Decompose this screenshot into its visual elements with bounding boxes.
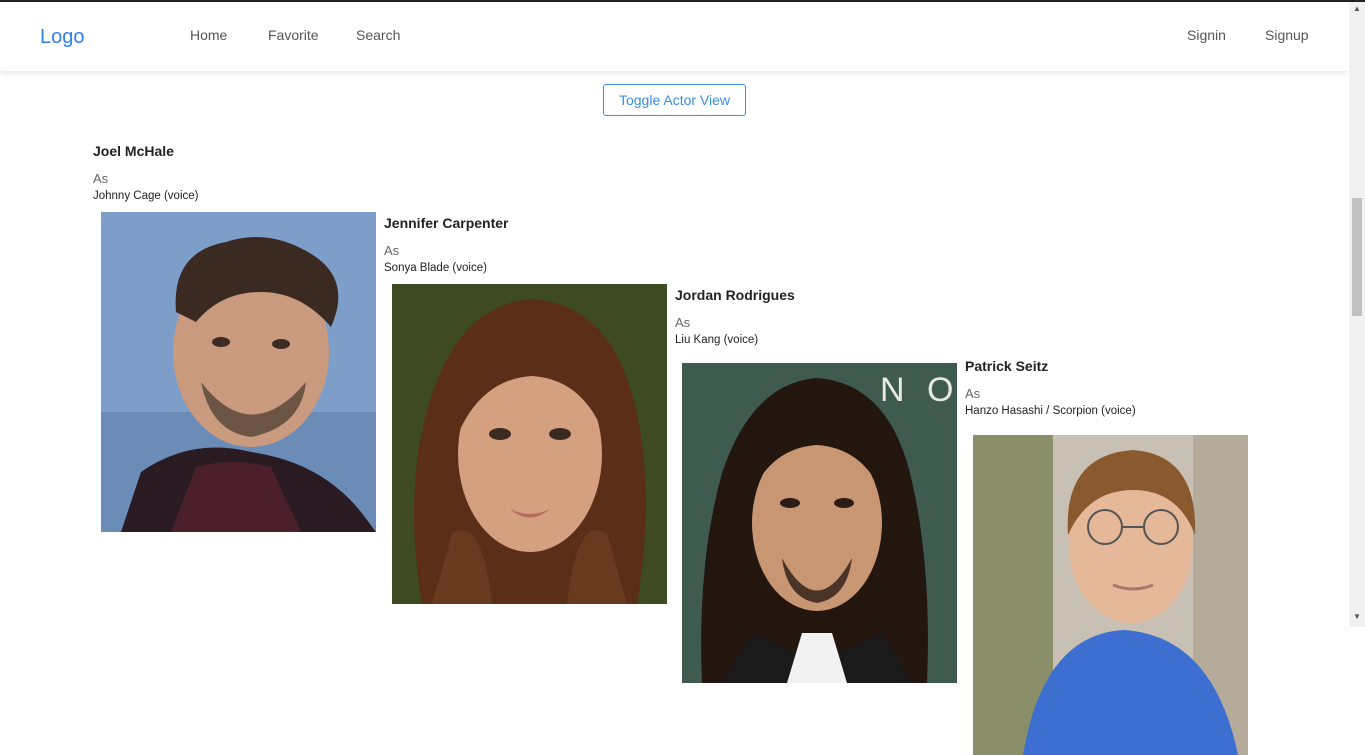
navbar: Logo Home Favorite Search Signin Signup [0, 2, 1349, 71]
actor-name: Joel McHale [93, 143, 174, 159]
actor-role: Sonya Blade (voice) [384, 262, 487, 274]
logo[interactable]: Logo [40, 26, 85, 49]
actor-name: Jennifer Carpenter [384, 215, 509, 231]
as-label: As [675, 315, 691, 330]
nav-signin-link[interactable]: Signin [1187, 27, 1226, 43]
actor-photo[interactable]: N O [682, 363, 957, 683]
actor-photo[interactable] [101, 212, 376, 532]
actor-photo[interactable] [973, 435, 1248, 755]
actor-name: Jordan Rodrigues [675, 287, 795, 303]
svg-text:N: N [880, 371, 905, 409]
as-label: As [965, 386, 981, 401]
scroll-down-arrow-icon[interactable]: ▼ [1353, 612, 1361, 621]
nav-home-link[interactable]: Home [190, 27, 227, 43]
scrollbar-thumb[interactable] [1352, 198, 1362, 316]
vertical-scrollbar[interactable]: ▲ ▼ [1349, 2, 1365, 627]
as-label: As [93, 171, 109, 186]
nav-signup-link[interactable]: Signup [1265, 27, 1309, 43]
actor-photo[interactable] [392, 284, 667, 604]
actor-name: Patrick Seitz [965, 358, 1049, 374]
toggle-actor-view-button[interactable]: Toggle Actor View [603, 84, 746, 116]
actor-role: Hanzo Hasashi / Scorpion (voice) [965, 405, 1136, 417]
scroll-up-arrow-icon[interactable]: ▲ [1353, 4, 1361, 13]
svg-text:O: O [927, 371, 953, 409]
actor-role: Liu Kang (voice) [675, 334, 759, 346]
nav-favorite-link[interactable]: Favorite [268, 27, 319, 43]
as-label: As [384, 243, 400, 258]
nav-search-link[interactable]: Search [356, 27, 400, 43]
actor-role: Johnny Cage (voice) [93, 190, 199, 202]
